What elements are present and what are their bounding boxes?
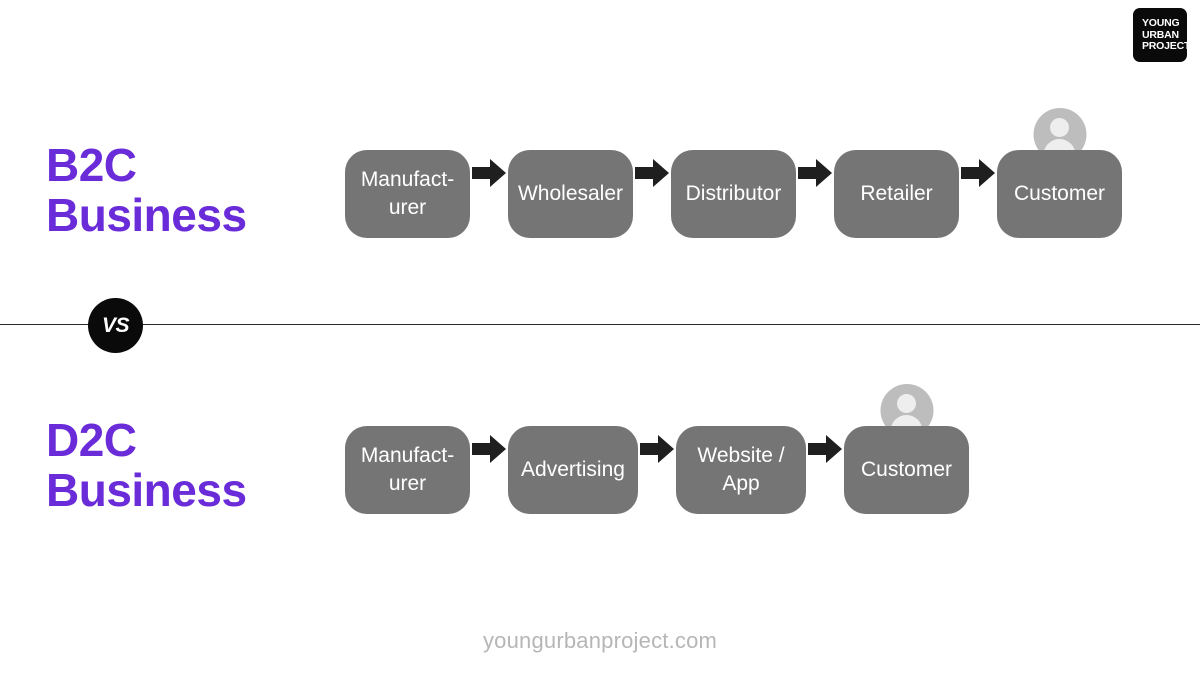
node-label-wholesaler: Wholesaler (508, 150, 633, 238)
arrow-icon (959, 156, 997, 190)
arrow-icon (633, 156, 671, 190)
flow-node-customer: Customer (997, 108, 1122, 238)
arrow-icon (470, 432, 508, 466)
flow-node-retailer: Retailer (834, 108, 959, 238)
d2c-flow-diagram: Manufact- urer Advertising Website / App… (345, 384, 969, 514)
flow-node-distributor: Distributor (671, 108, 796, 238)
b2c-section-title: B2C Business (46, 139, 247, 241)
vs-badge-label: VS (101, 313, 130, 337)
arrow-icon (470, 156, 508, 190)
flow-node-customer: Customer (844, 384, 969, 514)
flow-node-manufacturer: Manufact- urer (345, 108, 470, 238)
flow-node-website-app: Website / App (676, 384, 806, 514)
node-label-retailer: Retailer (834, 150, 959, 238)
flow-node-advertising: Advertising (508, 384, 638, 514)
logo-line-3: PROJECT (1142, 40, 1191, 52)
node-label-customer: Customer (844, 426, 969, 514)
node-label-manufacturer: Manufact- urer (345, 150, 470, 238)
arrow-icon (638, 432, 676, 466)
arrow-icon (806, 432, 844, 466)
footer-website-url: youngurbanproject.com (482, 628, 718, 653)
flow-node-manufacturer: Manufact- urer (345, 384, 470, 514)
node-label-advertising: Advertising (508, 426, 638, 514)
b2c-flow-diagram: Manufact- urer Wholesaler Distributor Re… (345, 108, 1122, 238)
node-label-manufacturer: Manufact- urer (345, 426, 470, 514)
avatar-head (897, 394, 916, 413)
young-urban-project-logo: YOUNG URBAN PROJECT (1133, 8, 1191, 62)
flow-node-wholesaler: Wholesaler (508, 108, 633, 238)
arrow-icon (796, 156, 834, 190)
section-divider (0, 324, 1200, 325)
node-label-distributor: Distributor (671, 150, 796, 238)
node-label-customer: Customer (997, 150, 1122, 238)
logo-line-1: YOUNG (1142, 17, 1180, 29)
node-label-website-app: Website / App (676, 426, 806, 514)
avatar-head (1050, 118, 1069, 137)
vs-badge: VS (88, 298, 143, 353)
d2c-section-title: D2C Business (46, 414, 247, 516)
